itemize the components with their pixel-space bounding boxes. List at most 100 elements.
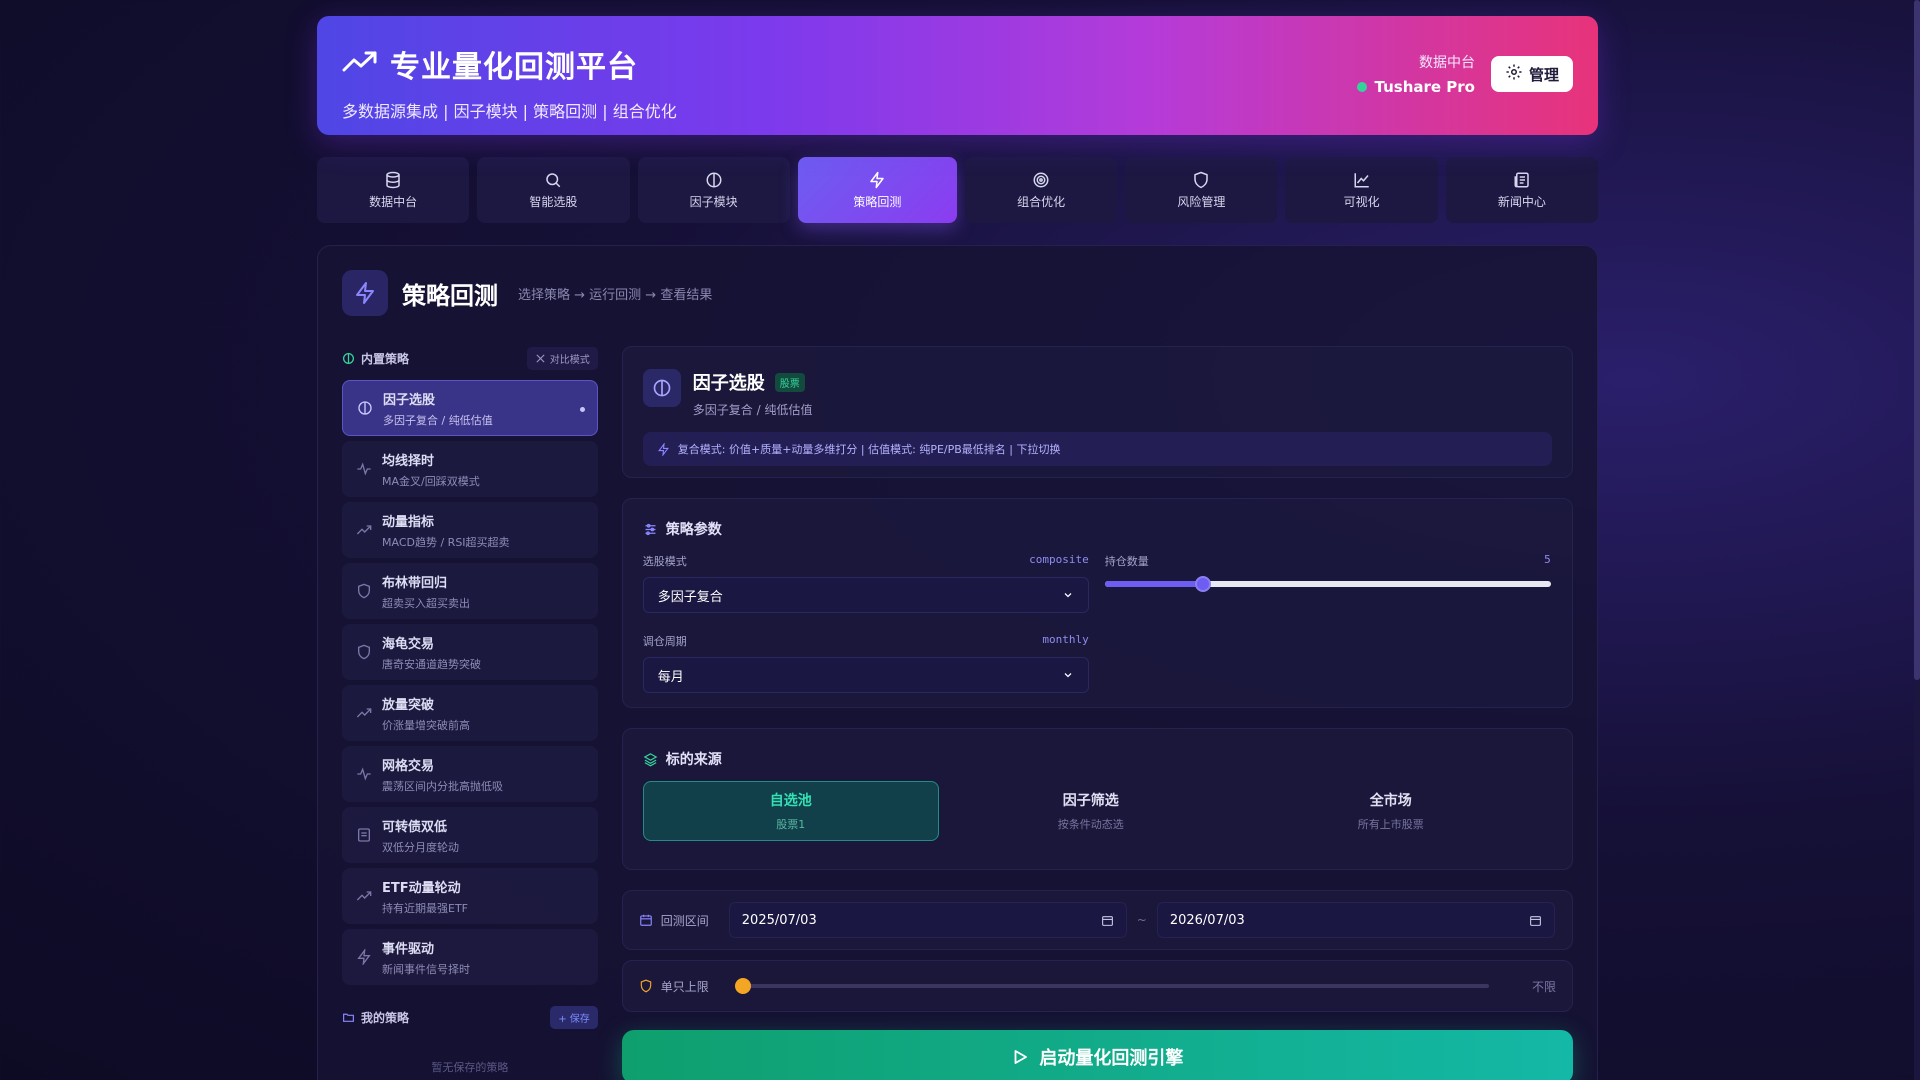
- calendar-icon: [639, 914, 652, 926]
- play-icon: [1014, 1050, 1028, 1064]
- strategy-item-factor-picking[interactable]: 因子选股 多因子复合 / 纯低估值: [342, 380, 598, 436]
- gear-icon: [1505, 63, 1523, 85]
- half-circle-icon: [342, 352, 355, 364]
- app-container: 专业量化回测平台 多数据源集成 | 因子模块 | 策略回测 | 组合优化 数据中…: [317, 16, 1598, 1080]
- strategy-sidebar: 内置策略 对比模式 因子选股 多因子复合 / 纯低估值 均线择时 MA金叉/回踩…: [342, 346, 598, 1080]
- strategy-item-convertible[interactable]: 可转债双低 双低分月度轮动: [342, 807, 598, 863]
- lightning-icon: [342, 270, 388, 316]
- trending-up-icon: [356, 522, 372, 538]
- chevron-down-icon: [1064, 593, 1072, 598]
- trending-up-icon: [342, 48, 378, 80]
- tab-strategy-backtest[interactable]: 策略回测: [797, 157, 957, 223]
- strategy-item-event-driven[interactable]: 事件驱动 新闻事件信号择时: [342, 929, 598, 985]
- rebalance-period-code: monthly: [1042, 633, 1089, 646]
- my-strategies-heading: 我的策略: [342, 1009, 409, 1026]
- app-title: 专业量化回测平台: [390, 50, 638, 85]
- selected-strategy-card: 因子选股 股票 多因子复合 / 纯低估值 复合模式: 价值+质量+动量多维打分 …: [621, 346, 1573, 478]
- shield-icon: [356, 583, 372, 599]
- tab-portfolio-optimization[interactable]: 组合优化: [964, 157, 1118, 223]
- panel-title: 策略回测: [402, 281, 498, 310]
- app-header: 专业量化回测平台 多数据源集成 | 因子模块 | 策略回测 | 组合优化 数据中…: [317, 16, 1598, 135]
- half-circle-icon: [642, 369, 681, 407]
- strategy-item-turtle[interactable]: 海龟交易 唐奇安通道趋势突破: [342, 624, 598, 680]
- strategy-description: 多因子复合 / 纯低估值: [692, 403, 813, 417]
- archive-icon: [356, 827, 372, 843]
- strategy-config: 因子选股 股票 多因子复合 / 纯低估值 复合模式: 价值+质量+动量多维打分 …: [621, 346, 1573, 1080]
- strategy-name: 因子选股: [692, 373, 765, 394]
- strategy-params-card: 策略参数 选股模式 composite 多因子复合 调仓周期 monthly 每…: [621, 498, 1573, 708]
- source-option-factor-filter[interactable]: 因子筛选 按条件动态选: [943, 781, 1239, 841]
- holdings-count-label: 持仓数量: [1104, 555, 1149, 568]
- strategy-item-bollinger[interactable]: 布林带回归 超卖买入超买卖出: [342, 563, 598, 619]
- picking-mode-label: 选股模式: [642, 555, 687, 568]
- tab-risk-management[interactable]: 风险管理: [1125, 157, 1278, 223]
- folder-icon: [343, 1013, 354, 1022]
- activity-icon: [356, 461, 372, 477]
- empty-strategies-note: 暂无保存的策略: [431, 1061, 509, 1074]
- target-icon: [1033, 172, 1049, 187]
- shield-icon: [356, 644, 372, 660]
- search-icon: [546, 172, 561, 187]
- date-separator: ~: [1136, 913, 1147, 927]
- strategy-item-volume-breakout[interactable]: 放量突破 价涨量增突破前高: [342, 685, 598, 741]
- start-date-input[interactable]: 2025/07/03: [728, 902, 1127, 938]
- rebalance-period-select[interactable]: 每月: [642, 657, 1089, 693]
- position-limit-card: 单只上限 不限: [621, 960, 1573, 1012]
- source-option-all-market[interactable]: 全市场 所有上市股票: [1243, 781, 1539, 841]
- manage-button[interactable]: 管理: [1490, 56, 1573, 92]
- trending-up-icon: [356, 888, 372, 904]
- holdings-count-slider[interactable]: [1104, 576, 1551, 592]
- end-date-input[interactable]: 2026/07/03: [1156, 902, 1555, 938]
- source-option-watchlist[interactable]: 自选池 股票1: [642, 781, 939, 841]
- position-limit-value: 不限: [1531, 979, 1556, 994]
- data-source-label: 数据中台: [1418, 55, 1475, 71]
- strategy-item-ma-timing[interactable]: 均线择时 MA金叉/回踩双模式: [342, 441, 598, 497]
- strategy-backtest-panel: 策略回测 选择策略 → 运行回测 → 查看结果 内置策略 对比模式 因子选股 多…: [317, 245, 1598, 1080]
- holdings-count-value: 5: [1544, 553, 1551, 566]
- strategy-item-etf-rotation[interactable]: ETF动量轮动 持有近期最强ETF: [342, 868, 598, 924]
- backtest-range-label: 回测区间: [639, 912, 719, 929]
- sliders-icon: [645, 523, 656, 535]
- half-circle-icon: [706, 172, 722, 187]
- picking-mode-code: composite: [1029, 553, 1089, 566]
- calendar-icon: [1529, 915, 1541, 926]
- strategy-item-grid[interactable]: 网格交易 震荡区间内分批高抛低吸: [342, 746, 598, 802]
- params-heading: 策略参数: [643, 519, 1552, 539]
- database-icon: [386, 171, 400, 188]
- asset-type-badge: 股票: [774, 372, 805, 392]
- tab-factor-module[interactable]: 因子模块: [637, 157, 790, 223]
- newspaper-icon: [1514, 172, 1529, 187]
- picking-mode-select[interactable]: 多因子复合: [642, 577, 1089, 613]
- page-scrollbar-thumb[interactable]: [1914, 0, 1920, 680]
- position-limit-slider[interactable]: [734, 978, 1489, 994]
- shield-icon: [1194, 171, 1209, 188]
- save-strategy-button[interactable]: + 保存: [550, 1005, 598, 1029]
- lightning-icon: [356, 949, 372, 965]
- source-heading: 标的来源: [643, 749, 1552, 769]
- calendar-icon: [1101, 915, 1113, 926]
- data-source-status: Tushare Pro: [1356, 78, 1475, 96]
- app-subtitle: 多数据源集成 | 因子模块 | 策略回测 | 组合优化: [342, 102, 677, 121]
- tab-news-center[interactable]: 新闻中心: [1445, 157, 1598, 223]
- compare-mode-button[interactable]: 对比模式: [526, 346, 598, 370]
- tab-data-center[interactable]: 数据中台: [317, 157, 470, 223]
- tab-visualization[interactable]: 可视化: [1285, 157, 1438, 223]
- run-backtest-button[interactable]: 启动量化回测引擎: [621, 1030, 1573, 1080]
- lightning-icon: [870, 171, 885, 188]
- activity-icon: [356, 766, 372, 782]
- selected-dot-icon: [579, 407, 585, 412]
- slider-handle[interactable]: [1194, 576, 1211, 592]
- layers-icon: [643, 752, 658, 766]
- half-circle-icon: [357, 400, 373, 416]
- swords-icon: [536, 353, 545, 363]
- universe-source-card: 标的来源 自选池 股票1 因子筛选 按条件动态选 全市场 所有上市股票: [621, 728, 1573, 870]
- backtest-range-card: 回测区间 2025/07/03 ~ 2026/07/03: [621, 890, 1573, 950]
- lightning-icon: [657, 442, 669, 456]
- trending-up-icon: [356, 705, 372, 721]
- rebalance-period-label: 调仓周期: [642, 635, 687, 648]
- strategy-item-momentum[interactable]: 动量指标 MACD趋势 / RSI超买超卖: [342, 502, 598, 558]
- slider-handle[interactable]: [734, 978, 751, 994]
- shield-icon: [640, 979, 652, 993]
- tab-smart-picking[interactable]: 智能选股: [477, 157, 630, 223]
- chevron-down-icon: [1064, 673, 1072, 678]
